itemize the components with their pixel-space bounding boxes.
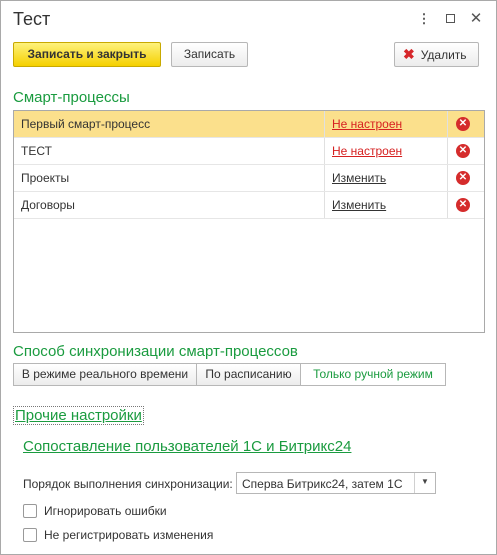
smart-processes-table: Первый смарт-процесс Не настроен ✕ ТЕСТ … [13,110,485,333]
table-row[interactable]: Проекты Изменить ✕ [14,165,484,192]
delete-button[interactable]: ✖ Удалить [394,42,479,67]
chevron-down-icon[interactable]: ▼ [414,473,435,493]
delete-x-icon: ✖ [403,46,415,62]
table-row[interactable]: ТЕСТ Не настроен ✕ [14,138,484,165]
remove-row-icon[interactable]: ✕ [456,171,470,185]
sync-method-title: Способ синхронизации смарт-процессов [13,343,298,360]
ignore-errors-label: Игнорировать ошибки [44,504,167,518]
configure-link[interactable]: Не настроен [332,144,402,158]
delete-button-label: Удалить [420,48,467,62]
configure-link[interactable]: Не настроен [332,117,402,131]
remove-row-icon[interactable]: ✕ [456,144,470,158]
edit-link[interactable]: Изменить [332,198,386,212]
row-status-cell: Не настроен [324,138,448,164]
sync-order-value: Сперва Битрикс24, затем 1С [242,477,403,491]
row-status-cell: Не настроен [324,111,448,137]
ignore-errors-checkbox[interactable] [23,504,37,518]
table-row[interactable]: Первый смарт-процесс Не настроен ✕ [14,111,484,138]
save-button[interactable]: Записать [171,42,248,67]
save-and-close-button[interactable]: Записать и закрыть [13,42,161,67]
maximize-icon[interactable] [442,11,458,27]
row-status-cell: Изменить [324,192,448,218]
sync-order-select[interactable]: Сперва Битрикс24, затем 1С ▼ [236,472,436,494]
row-name: Первый смарт-процесс [21,117,151,131]
sync-option-schedule[interactable]: По расписанию [196,363,301,386]
row-status-cell: Изменить [324,165,448,191]
remove-row-icon[interactable]: ✕ [456,117,470,131]
table-row[interactable]: Договоры Изменить ✕ [14,192,484,219]
other-settings-title[interactable]: Прочие настройки [13,406,144,425]
remove-row-icon[interactable]: ✕ [456,198,470,212]
sync-option-manual[interactable]: Только ручной режим [300,363,446,386]
no-register-label: Не регистрировать изменения [44,528,214,542]
sync-order-label: Порядок выполнения синхронизации: [23,477,233,491]
user-mapping-link[interactable]: Сопоставление пользователей 1С и Битрикс… [23,438,351,455]
row-name: ТЕСТ [21,144,52,158]
no-register-checkbox[interactable] [23,528,37,542]
row-name: Договоры [21,198,75,212]
row-name: Проекты [21,171,70,185]
dialog-window: Тест ⋮ ✕ Записать и закрыть Записать ✖ Уд… [0,0,497,555]
sync-option-realtime[interactable]: В режиме реального времени [13,363,197,386]
more-icon[interactable]: ⋮ [416,11,432,27]
close-icon[interactable]: ✕ [468,11,484,27]
window-title: Тест [13,9,51,29]
smart-processes-title: Смарт-процессы [13,89,130,106]
edit-link[interactable]: Изменить [332,171,386,185]
title-bar: Тест ⋮ ✕ [1,1,496,37]
